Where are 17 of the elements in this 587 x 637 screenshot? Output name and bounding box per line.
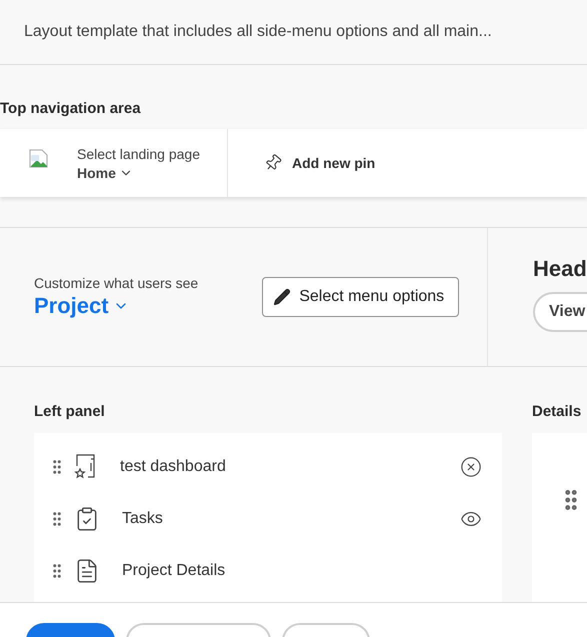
object-dropdown[interactable]: Project bbox=[34, 293, 198, 319]
customize-label: Customize what users see bbox=[34, 275, 198, 291]
view-button[interactable]: View bbox=[533, 292, 587, 332]
menu-item-label: Tasks bbox=[122, 510, 164, 528]
select-menu-button[interactable]: Select menu options bbox=[262, 277, 460, 317]
menu-item-label: test dashboard bbox=[120, 458, 227, 476]
pencil-icon bbox=[273, 288, 292, 306]
landing-page-dropdown[interactable]: Home bbox=[77, 164, 200, 180]
panel-title: Left panel bbox=[34, 403, 106, 420]
landing-page-label: Select landing page bbox=[77, 146, 200, 162]
section-title: Top navigation area bbox=[0, 100, 141, 117]
menu-item-label: Project Details bbox=[122, 562, 226, 580]
template-description: Layout template that includes all side-menu options and all main... bbox=[24, 23, 492, 41]
remove-button[interactable] bbox=[460, 456, 482, 478]
add-pin-button[interactable]: Add new pin bbox=[258, 129, 382, 197]
panel-title: Details bbox=[532, 403, 582, 420]
section-heading: Head bbox=[533, 256, 587, 282]
